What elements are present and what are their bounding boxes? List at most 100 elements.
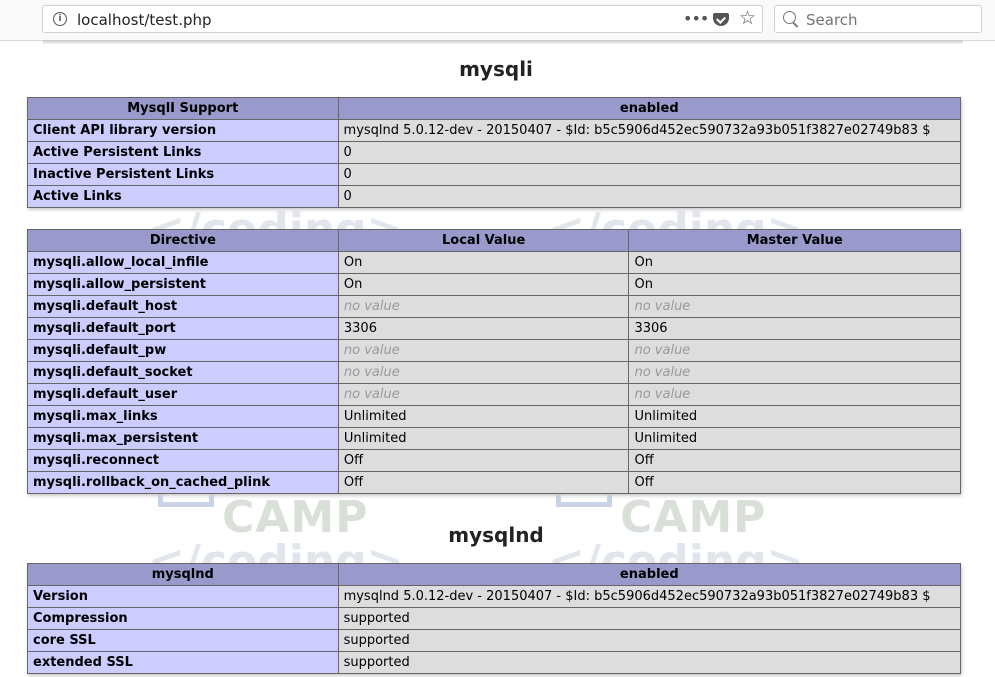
mysqli-support-table: MysqlI Support enabled Client API librar… bbox=[27, 97, 962, 208]
more-icon[interactable]: ••• bbox=[683, 9, 709, 28]
table-header-row: MysqlI Support enabled bbox=[27, 97, 962, 120]
no-value-text: no value bbox=[634, 299, 691, 314]
table-row: Version mysqlnd 5.0.12-dev - 20150407 - … bbox=[27, 585, 962, 608]
local-value: no value bbox=[337, 339, 630, 362]
local-value: On bbox=[337, 251, 630, 274]
row-value: mysqlnd 5.0.12-dev - 20150407 - $Id: b5c… bbox=[337, 119, 962, 142]
table-row: Compression supported bbox=[27, 607, 962, 630]
local-value: no value bbox=[337, 361, 630, 384]
master-value: no value bbox=[628, 339, 961, 362]
search-bar[interactable]: Search bbox=[774, 5, 982, 33]
directive-name: mysqli.allow_local_infile bbox=[27, 251, 339, 274]
row-value: 0 bbox=[337, 185, 962, 208]
local-value: On bbox=[337, 273, 630, 296]
master-value: Unlimited bbox=[628, 405, 961, 428]
header-cell: Master Value bbox=[628, 229, 961, 252]
local-value: 3306 bbox=[337, 317, 630, 340]
url-bar[interactable]: i localhost/test.php ••• ☆ bbox=[42, 5, 763, 33]
master-value: no value bbox=[628, 361, 961, 384]
row-label: Inactive Persistent Links bbox=[27, 163, 339, 186]
row-value: 0 bbox=[337, 163, 962, 186]
no-value-text: no value bbox=[343, 343, 400, 358]
directive-name: mysqli.reconnect bbox=[27, 449, 339, 472]
row-value: supported bbox=[337, 651, 962, 674]
no-value-text: no value bbox=[634, 365, 691, 380]
directive-name: mysqli.default_socket bbox=[27, 361, 339, 384]
url-text[interactable]: localhost/test.php bbox=[77, 11, 212, 29]
pocket-icon[interactable] bbox=[713, 13, 729, 26]
row-label: Active Links bbox=[27, 185, 339, 208]
row-value: 0 bbox=[337, 141, 962, 164]
header-cell: Local Value bbox=[337, 229, 630, 252]
header-cell: mysqlnd bbox=[27, 563, 339, 586]
row-label: Version bbox=[27, 585, 339, 608]
directive-name: mysqli.default_user bbox=[27, 383, 339, 406]
no-value-text: no value bbox=[634, 343, 691, 358]
table-row: mysqli.allow_persistent On On bbox=[27, 273, 961, 296]
master-value: Off bbox=[628, 471, 961, 494]
table-row: Active Links 0 bbox=[27, 185, 962, 208]
table-header-row: mysqlnd enabled bbox=[27, 563, 962, 586]
no-value-text: no value bbox=[343, 299, 400, 314]
directive-name: mysqli.default_pw bbox=[27, 339, 339, 362]
local-value: Off bbox=[337, 471, 630, 494]
table-row: core SSL supported bbox=[27, 629, 962, 652]
table-row: mysqli.max_links Unlimited Unlimited bbox=[27, 405, 961, 428]
master-value: Unlimited bbox=[628, 427, 961, 450]
table-row: mysqli.default_port 3306 3306 bbox=[27, 317, 961, 340]
table-row: mysqli.max_persistent Unlimited Unlimite… bbox=[27, 427, 961, 450]
header-cell: MysqlI Support bbox=[27, 97, 339, 120]
directive-name: mysqli.default_host bbox=[27, 295, 339, 318]
table-row: mysqli.reconnect Off Off bbox=[27, 449, 961, 472]
mysqli-directive-table: Directive Local Value Master Value mysql… bbox=[27, 229, 961, 494]
browser-toolbar: i localhost/test.php ••• ☆ Search bbox=[0, 0, 995, 41]
row-value: supported bbox=[337, 629, 962, 652]
master-value: Off bbox=[628, 449, 961, 472]
section-title-mysqlnd: mysqlnd bbox=[448, 523, 544, 547]
row-value: supported bbox=[337, 607, 962, 630]
table-row: Active Persistent Links 0 bbox=[27, 141, 962, 164]
search-placeholder[interactable]: Search bbox=[806, 11, 858, 29]
row-label: Active Persistent Links bbox=[27, 141, 339, 164]
local-value: Unlimited bbox=[337, 427, 630, 450]
row-value: mysqlnd 5.0.12-dev - 20150407 - $Id: b5c… bbox=[337, 585, 962, 608]
directive-name: mysqli.default_port bbox=[27, 317, 339, 340]
directive-name: mysqli.rollback_on_cached_plink bbox=[27, 471, 339, 494]
mysqlnd-table: mysqlnd enabled Version mysqlnd 5.0.12-d… bbox=[27, 563, 962, 674]
table-header-row: Directive Local Value Master Value bbox=[27, 229, 961, 252]
no-value-text: no value bbox=[634, 387, 691, 402]
search-icon bbox=[783, 11, 796, 24]
table-row: mysqli.allow_local_infile On On bbox=[27, 251, 961, 274]
master-value: On bbox=[628, 273, 961, 296]
local-value: no value bbox=[337, 383, 630, 406]
table-row: extended SSL supported bbox=[27, 651, 962, 674]
table-row: mysqli.rollback_on_cached_plink Off Off bbox=[27, 471, 961, 494]
table-row: mysqli.default_host no value no value bbox=[27, 295, 961, 318]
section-title-mysqli: mysqli bbox=[459, 57, 533, 81]
master-value: On bbox=[628, 251, 961, 274]
header-cell: Directive bbox=[27, 229, 339, 252]
header-cell: enabled bbox=[337, 97, 962, 120]
info-icon[interactable]: i bbox=[53, 12, 67, 26]
directive-name: mysqli.allow_persistent bbox=[27, 273, 339, 296]
master-value: no value bbox=[628, 383, 961, 406]
table-row: mysqli.default_pw no value no value bbox=[27, 339, 961, 362]
directive-name: mysqli.max_links bbox=[27, 405, 339, 428]
master-value: no value bbox=[628, 295, 961, 318]
row-label: core SSL bbox=[27, 629, 339, 652]
directive-name: mysqli.max_persistent bbox=[27, 427, 339, 450]
local-value: no value bbox=[337, 295, 630, 318]
row-label: Client API library version bbox=[27, 119, 339, 142]
table-row: mysqli.default_user no value no value bbox=[27, 383, 961, 406]
no-value-text: no value bbox=[343, 387, 400, 402]
local-value: Unlimited bbox=[337, 405, 630, 428]
local-value: Off bbox=[337, 449, 630, 472]
star-icon[interactable]: ☆ bbox=[739, 7, 756, 29]
table-row: Client API library version mysqlnd 5.0.1… bbox=[27, 119, 962, 142]
row-label: Compression bbox=[27, 607, 339, 630]
header-cell: enabled bbox=[337, 563, 962, 586]
page-top-shadow bbox=[43, 40, 963, 44]
table-row: mysqli.default_socket no value no value bbox=[27, 361, 961, 384]
no-value-text: no value bbox=[343, 365, 400, 380]
master-value: 3306 bbox=[628, 317, 961, 340]
